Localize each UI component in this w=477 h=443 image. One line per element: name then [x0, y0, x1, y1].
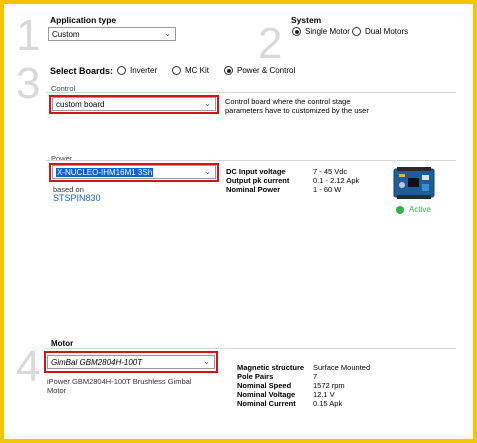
- radio-single-motor[interactable]: Single Motor: [292, 27, 350, 36]
- radio-dual-motors[interactable]: Dual Motors: [352, 27, 408, 36]
- system-title: System: [291, 15, 322, 25]
- step-number-2: 2: [258, 19, 283, 68]
- radio-label: Power & Control: [237, 66, 296, 75]
- motor-title: Motor: [51, 339, 74, 348]
- chevron-down-icon: ⌄: [204, 99, 211, 108]
- motor-select[interactable]: GimBal GBM2804H-100T ⌄: [47, 355, 215, 369]
- spec-key: Nominal Power: [226, 185, 281, 194]
- motor-description: iPower GBM2804H-100T Brushless Gimbal Mo…: [47, 377, 192, 395]
- power-board-value: X-NUCLEO-IHM16M1 3Sh: [56, 168, 154, 177]
- radio-label: Dual Motors: [365, 27, 409, 36]
- status-label: Active: [409, 205, 431, 214]
- stspin830-link[interactable]: STSPIN830: [53, 193, 101, 203]
- chevron-down-icon: ⌄: [164, 29, 171, 38]
- select-boards-title: Select Boards:: [50, 66, 114, 76]
- power-group-label: Power: [51, 154, 73, 163]
- step-number-3: 3: [16, 59, 41, 108]
- radio-label: Inverter: [130, 66, 158, 75]
- spec-key: Nominal Speed: [237, 381, 292, 390]
- spec-value: 1572 rpm: [313, 381, 345, 390]
- active-status-icon: [396, 206, 404, 214]
- spec-key: Output pk current: [226, 176, 290, 185]
- spec-row: Nominal Voltage 12.1 V: [237, 390, 370, 399]
- spec-key: Nominal Voltage: [237, 390, 296, 399]
- spec-row: Pole Pairs 7: [237, 372, 370, 381]
- radio-indicator: [352, 27, 361, 36]
- radio-inverter[interactable]: Inverter: [117, 66, 157, 75]
- spec-key: DC Input voltage: [226, 167, 286, 176]
- step-number-1: 1: [16, 11, 41, 60]
- radio-indicator: [172, 66, 181, 75]
- chevron-down-icon: ⌄: [203, 357, 210, 366]
- spec-value: 0.1 - 2.12 Apk: [313, 176, 360, 185]
- control-board-value: custom board: [56, 100, 105, 109]
- application-type-value: Custom: [52, 30, 80, 39]
- chevron-down-icon: ⌄: [204, 167, 211, 176]
- radio-label: MC Kit: [185, 66, 209, 75]
- spec-value: 0.15 Apk: [313, 399, 343, 408]
- board-image-graphic: [393, 167, 435, 199]
- radio-indicator: [224, 66, 233, 75]
- step-number-4: 4: [16, 342, 41, 391]
- spec-value: 12.1 V: [313, 390, 335, 399]
- motor-value: GimBal GBM2804H-100T: [51, 358, 143, 367]
- spec-key: Nominal Current: [237, 399, 296, 408]
- spec-value: 7 - 45 Vdc: [313, 167, 348, 176]
- application-type-title: Application type: [50, 15, 117, 25]
- spec-row: Nominal Speed 1572 rpm: [237, 381, 370, 390]
- board-image: [393, 165, 435, 201]
- spec-value: 1 - 60 W: [313, 185, 342, 194]
- spec-value: Surface Mounted: [313, 363, 371, 372]
- radio-label: Single Motor: [305, 27, 350, 36]
- motor-specs: Magnetic structure Surface Mounted Pole P…: [237, 363, 370, 408]
- spec-row: Magnetic structure Surface Mounted: [237, 363, 370, 372]
- application-type-select[interactable]: Custom ⌄: [48, 27, 176, 41]
- radio-mc-kit[interactable]: MC Kit: [172, 66, 209, 75]
- spec-row: Nominal Power 1 - 60 W: [226, 185, 359, 194]
- control-board-description: Control board where the control stage pa…: [225, 97, 369, 115]
- motor-group-divider: [46, 348, 456, 349]
- radio-indicator: [117, 66, 126, 75]
- radio-indicator: [292, 27, 301, 36]
- power-board-select[interactable]: X-NUCLEO-IHM16M1 3Sh ⌄: [52, 165, 216, 179]
- spec-value: 7: [313, 372, 318, 381]
- spec-key: Pole Pairs: [237, 372, 274, 381]
- radio-power-control[interactable]: Power & Control: [224, 66, 295, 75]
- power-group-divider: [46, 160, 456, 161]
- control-board-select[interactable]: custom board ⌄: [52, 97, 216, 111]
- spec-row: Output pk current 0.1 - 2.12 Apk: [226, 176, 359, 185]
- power-specs: DC Input voltage 7 - 45 Vdc Output pk cur…: [226, 167, 359, 194]
- spec-key: Magnetic structure: [237, 363, 305, 372]
- spec-row: DC Input voltage 7 - 45 Vdc: [226, 167, 359, 176]
- spec-row: Nominal Current 0.15 Apk: [237, 399, 370, 408]
- control-group-divider: [46, 92, 456, 93]
